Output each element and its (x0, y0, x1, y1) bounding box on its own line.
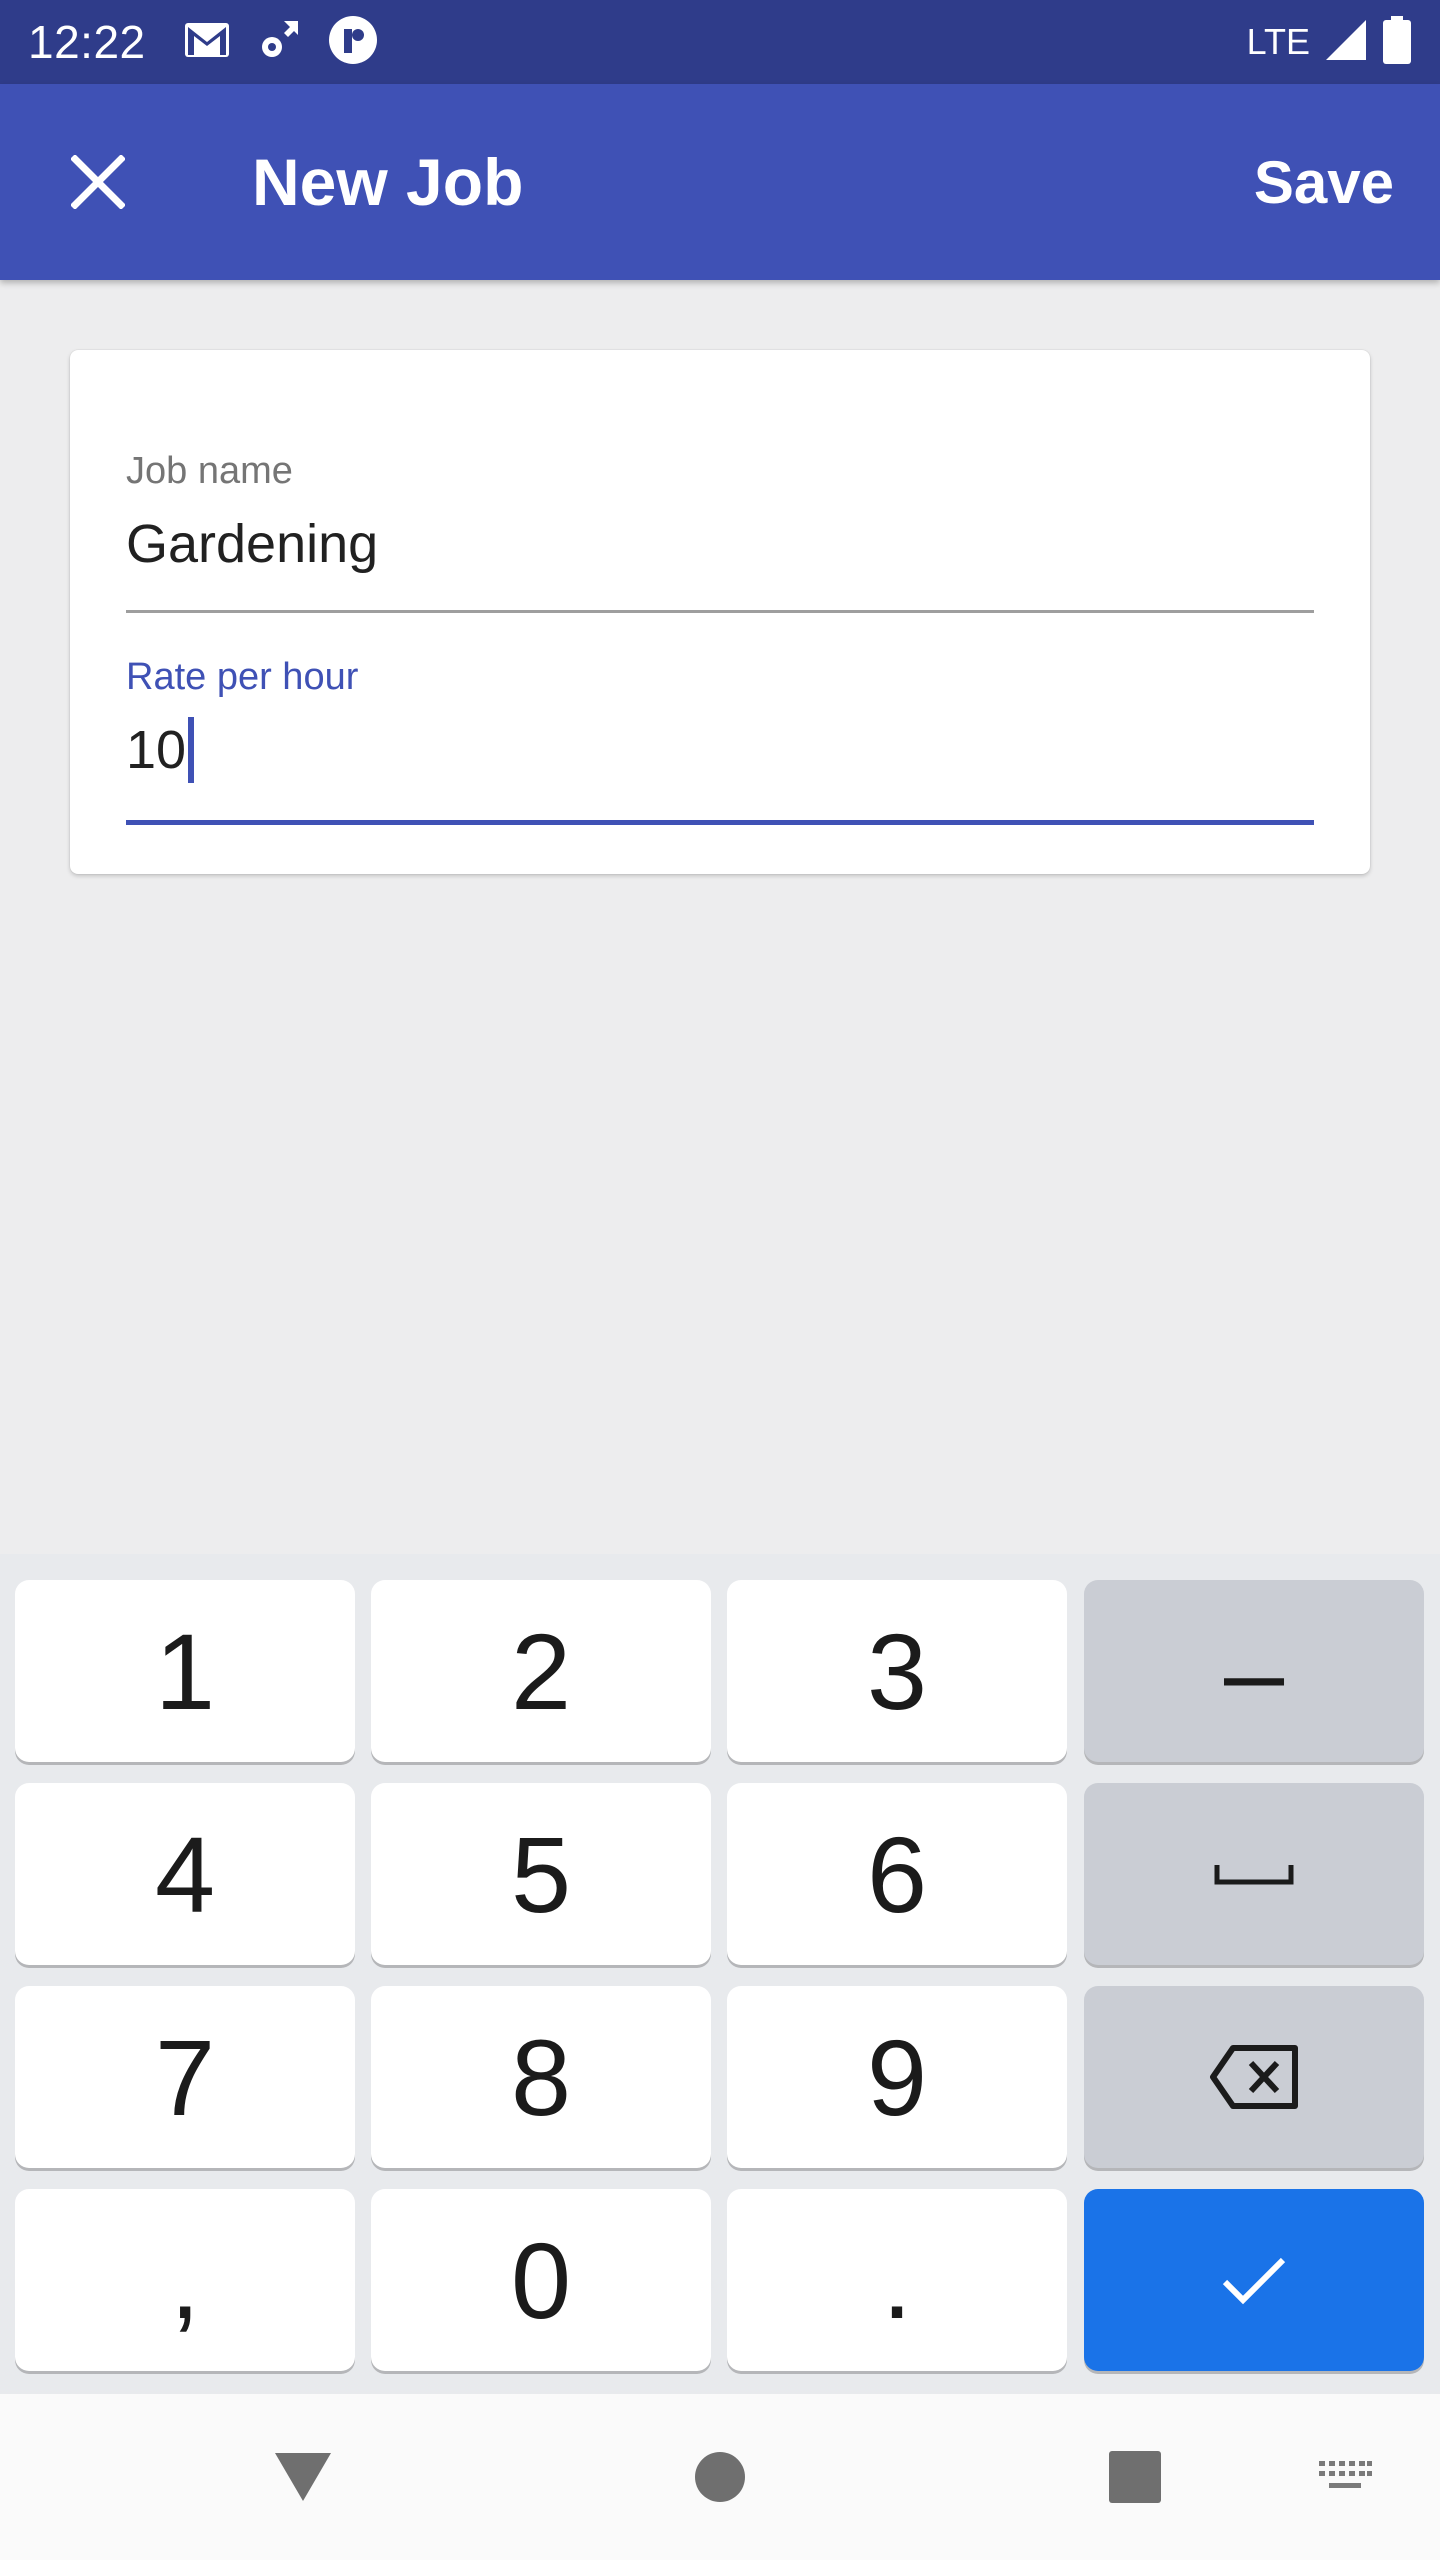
rate-per-hour-field[interactable]: Rate per hour 10 (126, 656, 1314, 826)
navigation-bar (0, 2394, 1440, 2560)
save-button[interactable]: Save (1254, 148, 1394, 217)
job-name-label: Job name (126, 450, 293, 492)
close-icon (71, 155, 125, 209)
key-backspace[interactable] (1084, 1986, 1424, 2168)
key-4[interactable]: 4 (15, 1783, 355, 1965)
key-5[interactable]: 5 (371, 1783, 711, 1965)
key-2[interactable]: 2 (371, 1580, 711, 1762)
checkmark-icon (1222, 2257, 1286, 2305)
signal-icon (1324, 18, 1368, 67)
status-time: 12:22 (28, 16, 146, 68)
keyboard-switch-button[interactable] (1300, 2394, 1390, 2560)
key-enter[interactable] (1084, 2189, 1424, 2371)
key-3[interactable]: 3 (727, 1580, 1067, 1762)
back-triangle-icon (275, 2453, 331, 2501)
key-period[interactable]: . (727, 2189, 1067, 2371)
key-space[interactable] (1084, 1783, 1424, 1965)
job-name-input[interactable]: Gardening (126, 511, 1314, 577)
key-minus[interactable]: – (1084, 1580, 1424, 1762)
system-status: LTE (1246, 15, 1412, 69)
keyboard-icon (1319, 2461, 1372, 2488)
recents-button[interactable] (1080, 2394, 1190, 2560)
job-form-card: Job name Gardening Rate per hour 10 (70, 350, 1370, 874)
back-button[interactable] (248, 2394, 358, 2560)
notification-icons (184, 15, 378, 70)
space-icon (1214, 1865, 1294, 1885)
key-9[interactable]: 9 (727, 1986, 1067, 2168)
rate-per-hour-input[interactable]: 10 (126, 717, 1314, 783)
status-bar: 12:22 LTE (0, 0, 1440, 84)
rate-underline (126, 820, 1314, 825)
key-7[interactable]: 7 (15, 1986, 355, 2168)
text-cursor (188, 717, 195, 783)
settings-sync-icon (256, 17, 302, 68)
network-type: LTE (1246, 21, 1310, 62)
job-name-field[interactable]: Job name Gardening (126, 450, 1314, 613)
rate-value: 10 (126, 720, 187, 780)
recents-square-icon (1109, 2451, 1161, 2503)
home-circle-icon (695, 2452, 745, 2502)
battery-icon (1382, 15, 1412, 69)
close-button[interactable] (0, 84, 196, 280)
app-bar: New Job Save (0, 84, 1440, 280)
numeric-keyboard: 1 2 3 – 4 5 6 7 8 9 , 0 . (0, 1554, 1440, 2394)
key-8[interactable]: 8 (371, 1986, 711, 2168)
app-notification-icon (328, 15, 378, 70)
backspace-icon (1210, 2045, 1298, 2109)
rate-per-hour-label: Rate per hour (126, 656, 359, 698)
page-title: New Job (252, 145, 524, 219)
home-button[interactable] (665, 2394, 775, 2560)
key-0[interactable]: 0 (371, 2189, 711, 2371)
key-1[interactable]: 1 (15, 1580, 355, 1762)
gmail-icon (184, 22, 230, 63)
job-name-underline (126, 610, 1314, 613)
key-6[interactable]: 6 (727, 1783, 1067, 1965)
key-comma[interactable]: , (15, 2189, 355, 2371)
